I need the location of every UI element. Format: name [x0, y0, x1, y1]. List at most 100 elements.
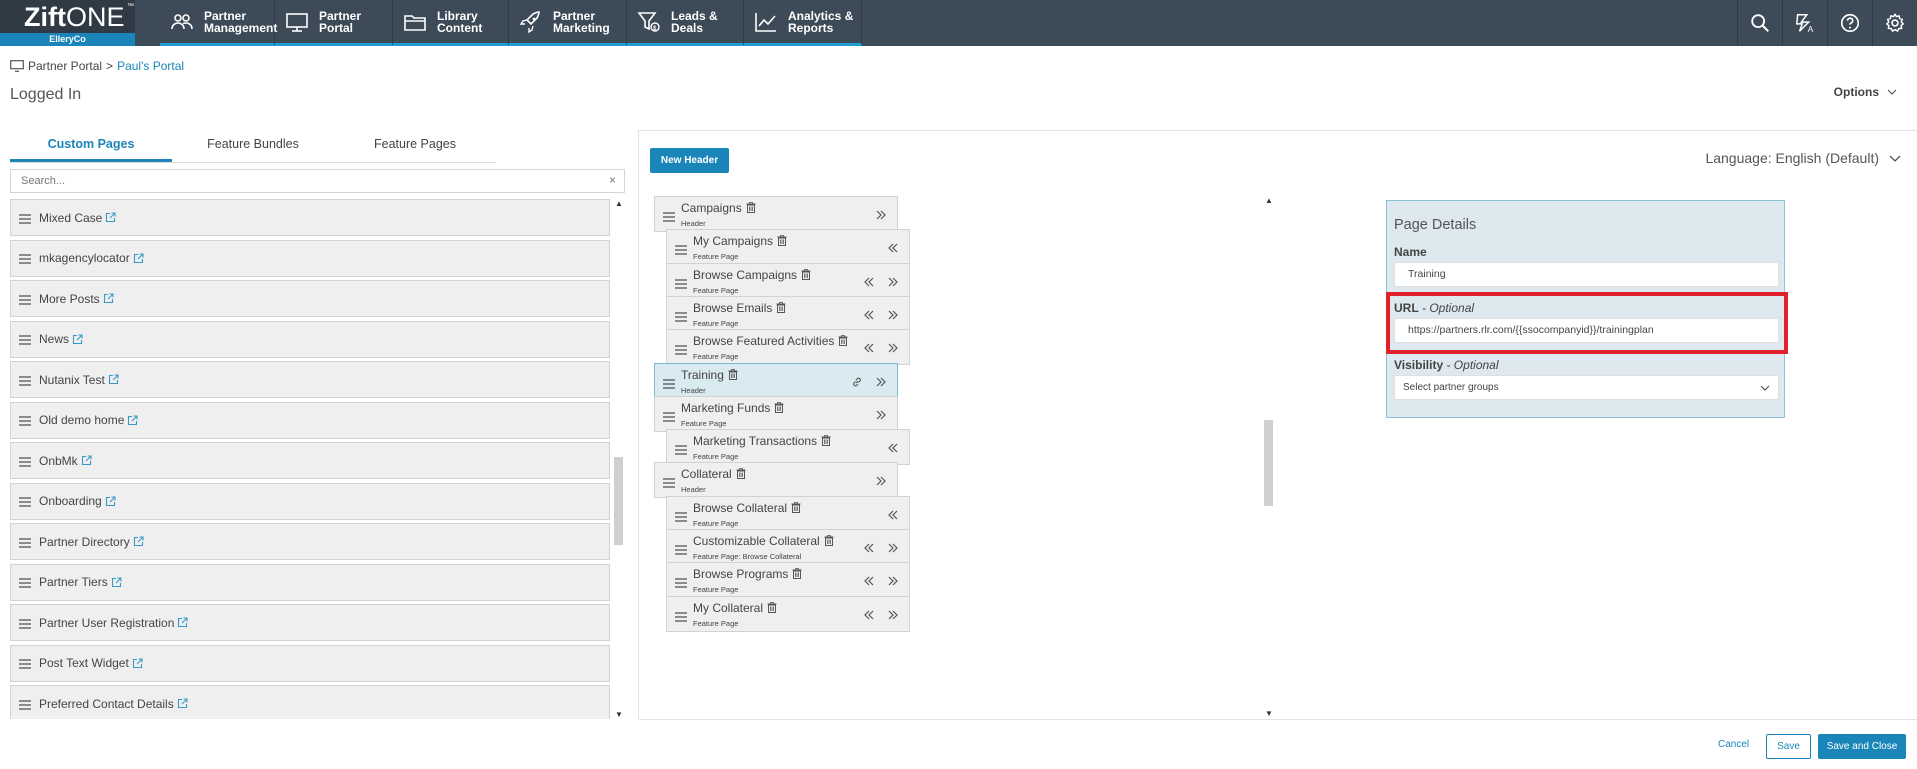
move-left-icon[interactable] — [863, 574, 875, 586]
drag-handle-icon[interactable] — [19, 658, 31, 669]
list-item[interactable]: Mixed Case — [10, 199, 610, 236]
drag-handle-icon[interactable] — [675, 442, 687, 455]
move-right-icon[interactable] — [875, 474, 887, 486]
drag-handle-icon[interactable] — [675, 309, 687, 322]
breadcrumb-root[interactable]: Partner Portal — [28, 59, 102, 73]
move-left-icon[interactable] — [887, 508, 899, 520]
ziftone-logo[interactable]: ZiftONE ™ ElleryCo — [0, 0, 135, 46]
tree-item[interactable]: Marketing Funds Feature Page — [654, 395, 898, 432]
drag-handle-icon[interactable] — [19, 618, 31, 629]
search-input[interactable] — [11, 170, 621, 192]
scroll-down-icon[interactable]: ▼ — [615, 710, 623, 719]
trash-icon[interactable] — [736, 468, 746, 480]
nav-item-partner-marketing[interactable]: Partner Marketing — [509, 0, 627, 46]
tree-item[interactable]: Browse Programs Feature Page — [666, 562, 910, 599]
drag-handle-icon[interactable] — [675, 509, 687, 522]
external-link-icon[interactable] — [177, 698, 188, 709]
list-item[interactable]: Nutanix Test — [10, 361, 610, 398]
drag-handle-icon[interactable] — [19, 253, 31, 264]
external-link-icon[interactable] — [177, 617, 188, 628]
tree-item[interactable]: My Campaigns Feature Page — [666, 229, 910, 266]
drag-handle-icon[interactable] — [675, 276, 687, 289]
trash-icon[interactable] — [767, 601, 777, 613]
move-left-icon[interactable] — [863, 341, 875, 353]
drag-handle-icon[interactable] — [19, 456, 31, 467]
move-right-icon[interactable] — [875, 375, 887, 387]
trash-icon[interactable] — [728, 368, 738, 380]
tab-feature-bundles[interactable]: Feature Bundles — [172, 130, 334, 162]
tree-scrollbar[interactable]: ▲ ▼ — [1262, 196, 1275, 718]
url-field[interactable]: https://partners.rlr.com/{{ssocompanyid}… — [1394, 318, 1779, 343]
external-link-icon[interactable] — [132, 657, 143, 669]
settings-button[interactable] — [1872, 0, 1917, 46]
move-left-icon[interactable] — [863, 541, 875, 553]
nav-item-analytics-reports[interactable]: Analytics & Reports — [744, 0, 862, 46]
scroll-up-icon[interactable]: ▲ — [1265, 196, 1273, 205]
drag-handle-icon[interactable] — [19, 334, 31, 345]
external-link-icon[interactable] — [103, 293, 114, 304]
link-icon[interactable] — [851, 375, 863, 387]
drag-handle-icon[interactable] — [19, 496, 31, 507]
drag-handle-icon[interactable] — [19, 294, 31, 305]
tree-item[interactable]: Browse Featured Activities Feature Page — [666, 329, 910, 366]
move-right-icon[interactable] — [875, 408, 887, 420]
external-link-icon[interactable] — [81, 455, 92, 466]
breadcrumb-current[interactable]: Paul's Portal — [117, 59, 184, 73]
new-header-button[interactable]: New Header — [650, 148, 729, 173]
external-link-icon[interactable] — [105, 212, 116, 223]
list-item[interactable]: Partner User Registration — [10, 604, 610, 641]
drag-handle-icon[interactable] — [675, 575, 687, 588]
external-link-icon[interactable] — [105, 495, 116, 507]
drag-handle-icon[interactable] — [663, 409, 675, 422]
nav-item-leads-deals[interactable]: $ Leads & Deals — [627, 0, 744, 46]
tree-item[interactable]: Customizable Collateral Feature Page: Bro… — [666, 529, 910, 565]
drag-handle-icon[interactable] — [675, 609, 687, 622]
list-item[interactable]: Partner Directory — [10, 523, 610, 560]
options-dropdown[interactable]: Options — [1834, 85, 1897, 99]
save-and-close-button[interactable]: Save and Close — [1818, 734, 1906, 759]
list-item[interactable]: Old demo home — [10, 401, 610, 439]
tree-item[interactable]: Campaigns Header — [654, 196, 898, 232]
list-item[interactable]: OnbMk — [10, 442, 610, 479]
tab-feature-pages[interactable]: Feature Pages — [334, 130, 496, 162]
drag-handle-icon[interactable] — [663, 376, 675, 389]
external-link-icon[interactable] — [72, 333, 83, 345]
move-left-icon[interactable] — [863, 308, 875, 320]
move-left-icon[interactable] — [887, 241, 899, 253]
help-button[interactable] — [1827, 0, 1872, 46]
drag-handle-icon[interactable] — [19, 699, 31, 710]
tree-item[interactable]: My Collateral Feature Page — [666, 595, 910, 632]
tab-custom-pages[interactable]: Custom Pages — [10, 130, 172, 162]
trash-icon[interactable] — [824, 535, 834, 546]
external-link-icon[interactable] — [111, 576, 122, 588]
drag-handle-icon[interactable] — [675, 342, 687, 355]
tree-item[interactable]: Browse Emails Feature Page — [666, 295, 910, 332]
drag-handle-icon[interactable] — [663, 475, 675, 489]
drag-handle-icon[interactable] — [19, 537, 31, 548]
nav-item-partner-portal[interactable]: Partner Portal — [275, 0, 393, 46]
tree-item[interactable]: Training Header — [654, 362, 898, 399]
left-scrollbar[interactable]: ▲ ▼ — [612, 199, 625, 719]
clear-search-icon[interactable]: × — [609, 173, 616, 187]
trash-icon[interactable] — [791, 501, 801, 513]
trash-icon[interactable] — [776, 301, 786, 313]
external-link-icon[interactable] — [133, 536, 144, 547]
save-button[interactable]: Save — [1766, 734, 1811, 759]
left-scroll-thumb[interactable] — [614, 457, 623, 545]
drag-handle-icon[interactable] — [675, 242, 687, 255]
move-left-icon[interactable] — [863, 608, 875, 620]
move-right-icon[interactable] — [887, 308, 899, 320]
cancel-link[interactable]: Cancel — [1718, 739, 1749, 750]
move-right-icon[interactable] — [887, 608, 899, 620]
nav-item-library-content[interactable]: Library Content — [393, 0, 509, 46]
drag-handle-icon[interactable] — [19, 375, 31, 386]
trash-icon[interactable] — [792, 568, 802, 580]
move-right-icon[interactable] — [887, 275, 899, 287]
move-right-icon[interactable] — [887, 574, 899, 586]
trash-icon[interactable] — [777, 235, 787, 247]
list-item[interactable]: Post Text Widget — [10, 644, 610, 682]
tree-item[interactable]: Collateral Header — [654, 462, 898, 499]
trash-icon[interactable] — [838, 335, 848, 347]
external-link-icon[interactable] — [133, 252, 144, 264]
move-right-icon[interactable] — [875, 208, 887, 220]
